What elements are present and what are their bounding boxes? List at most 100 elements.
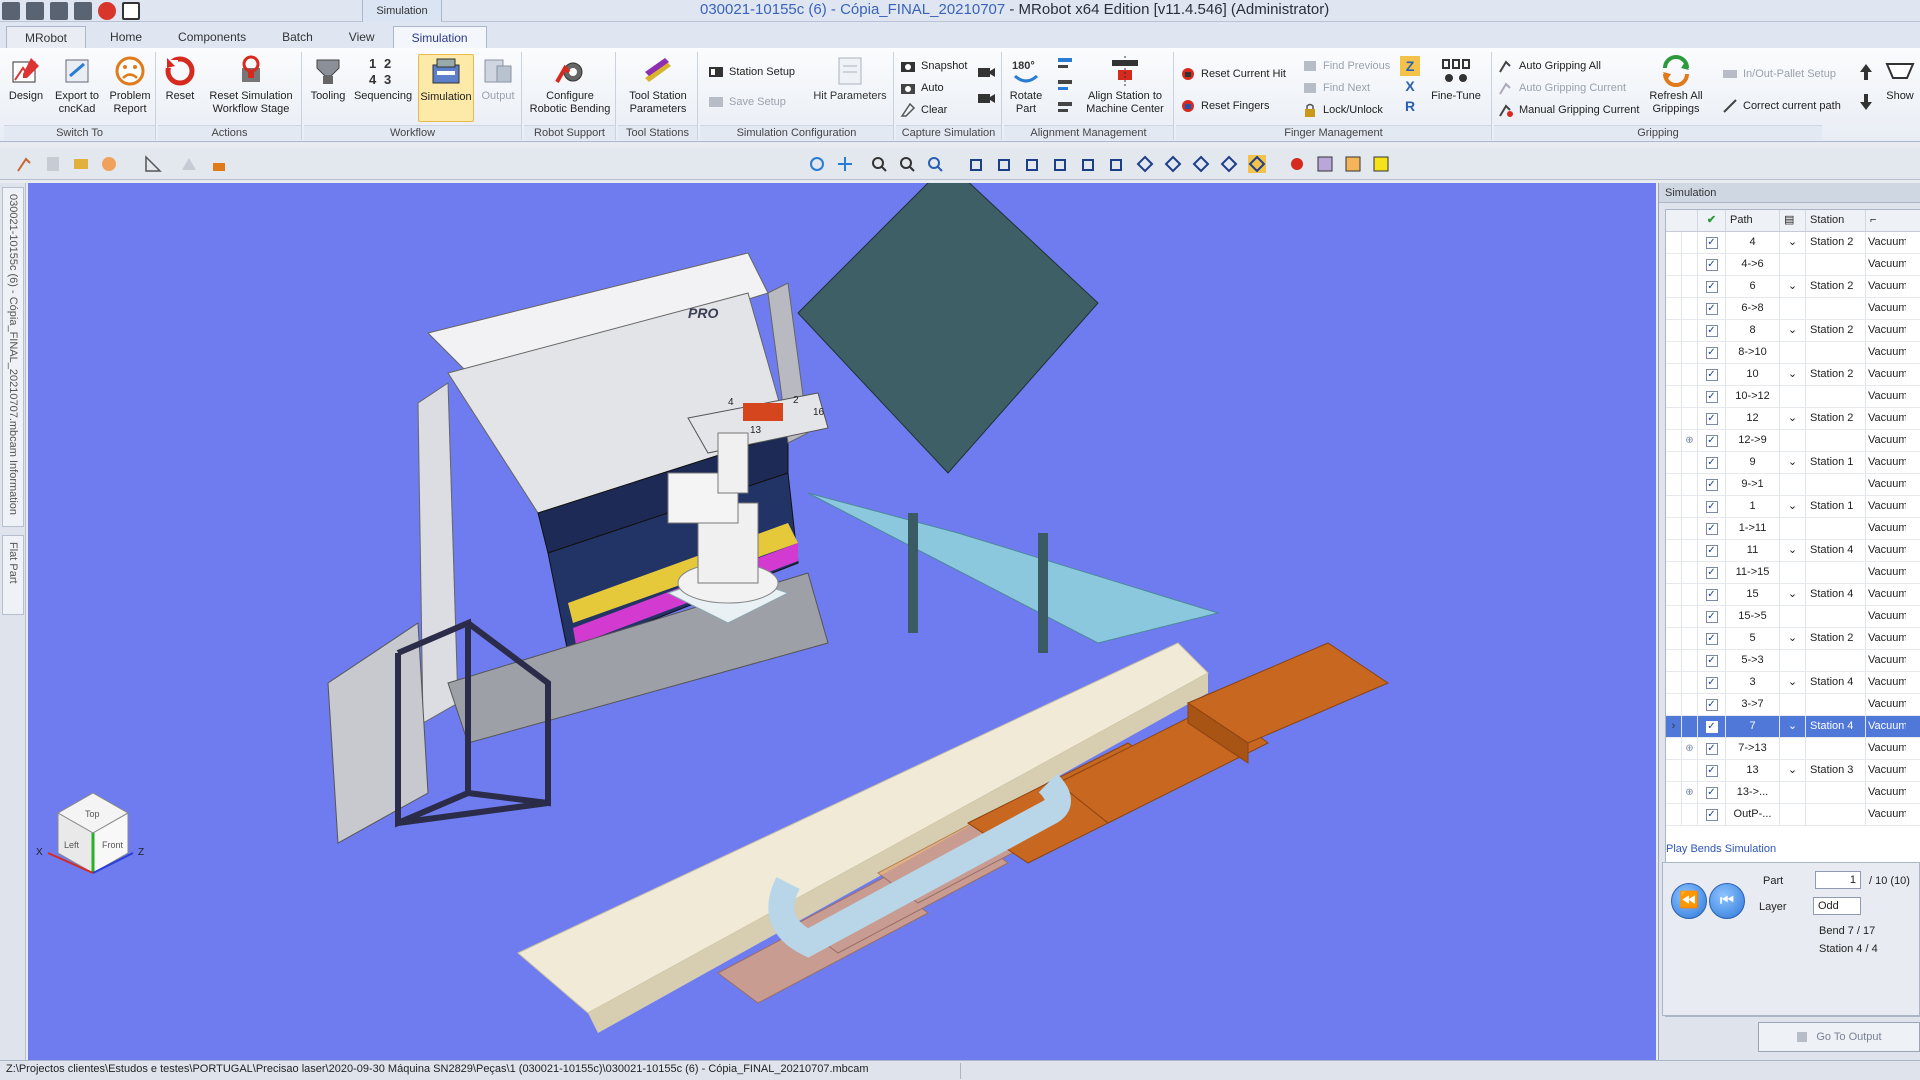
tab-flat-part[interactable]: Flat Part — [2, 535, 24, 615]
station-setup-button[interactable]: Station Setup — [708, 62, 795, 82]
tab-view[interactable]: View — [331, 26, 393, 48]
reset-workflow-stage-button[interactable]: Reset Simulation Workflow Stage — [204, 54, 298, 122]
row-checkbox[interactable]: ✓ — [1698, 782, 1726, 803]
row-checkbox[interactable]: ✓ — [1698, 254, 1726, 275]
align-station-button[interactable]: Align Station to Machine Center — [1080, 54, 1170, 122]
table-row[interactable]: ✓ 5->3 Vacuum — [1666, 650, 1920, 672]
row-checkbox[interactable]: ✓ — [1698, 342, 1726, 363]
row-checkbox[interactable]: ✓ — [1698, 232, 1726, 253]
table-row[interactable]: ✓ 8 ⌄ Station 2 Vacuum — [1666, 320, 1920, 342]
checkbox-icon[interactable]: ✓ — [1705, 302, 1718, 315]
document-icon[interactable] — [44, 155, 62, 173]
view-iso3-icon[interactable] — [1192, 155, 1210, 173]
reset-current-hit-button[interactable]: Reset Current Hit — [1180, 64, 1286, 84]
tools-icon[interactable] — [74, 2, 92, 20]
checkbox-icon[interactable]: ✓ — [1705, 720, 1718, 733]
refresh-all-grippings-button[interactable]: Refresh All Grippings — [1646, 54, 1706, 122]
view-back-icon[interactable] — [1024, 155, 1042, 173]
table-row[interactable]: ✓ 9 ⌄ Station 1 Vacuum — [1666, 452, 1920, 474]
row-station[interactable]: Station 1 — [1806, 496, 1866, 517]
checkmark-icon[interactable]: ✔ — [1698, 210, 1726, 231]
reset-fingers-button[interactable]: Reset Fingers — [1180, 96, 1269, 116]
row-checkbox[interactable]: ✓ — [1698, 430, 1726, 451]
find-previous-button[interactable]: Find Previous — [1302, 56, 1390, 76]
design-button[interactable]: Design — [6, 54, 46, 122]
tab-mrobot[interactable]: MRobot — [6, 26, 87, 48]
view-active-icon[interactable] — [1248, 155, 1266, 173]
checkbox-icon[interactable]: ✓ — [1705, 324, 1718, 337]
table-row[interactable]: ✓ OutP-... Vacuum — [1666, 804, 1920, 826]
checkbox-icon[interactable]: ✓ — [1705, 588, 1718, 601]
checkbox-icon[interactable]: ✓ — [1705, 676, 1718, 689]
row-checkbox[interactable]: ✓ — [1698, 474, 1726, 495]
row-checkbox[interactable]: ✓ — [1698, 496, 1726, 517]
palette-icon[interactable] — [72, 155, 90, 173]
tooling-button[interactable]: Tooling — [308, 54, 348, 122]
tab-simulation[interactable]: Simulation — [392, 26, 487, 48]
upload-path-icon[interactable] — [1856, 62, 1876, 82]
table-row[interactable]: ✓ 12 ⌄ Station 2 Vacuum — [1666, 408, 1920, 430]
chevron-down-icon[interactable]: ⌄ — [1780, 276, 1806, 297]
row-checkbox[interactable]: ✓ — [1698, 364, 1726, 385]
table-row[interactable]: ⊕ ✓ 13->... Vacuum — [1666, 782, 1920, 804]
simulation-button[interactable]: Simulation — [418, 54, 474, 122]
row-checkbox[interactable]: ✓ — [1698, 650, 1726, 671]
expand-icon[interactable]: ⊕ — [1682, 738, 1698, 759]
record-icon[interactable] — [98, 2, 116, 20]
checkbox-icon[interactable]: ✓ — [1705, 654, 1718, 667]
go-to-output-button[interactable]: Go To Output — [1758, 1022, 1920, 1052]
checkbox-icon[interactable]: ✓ — [1705, 280, 1718, 293]
table-row[interactable]: ✓ 15 ⌄ Station 4 Vacuum — [1666, 584, 1920, 606]
3d-viewport[interactable]: PRO 4 2 13 16 Top Left Front X Z — [28, 183, 1656, 1060]
yellow-swatch-icon[interactable] — [1372, 155, 1390, 173]
table-row[interactable]: ✓ 3->7 Vacuum — [1666, 694, 1920, 716]
row-station[interactable]: Station 2 — [1806, 628, 1866, 649]
chevron-down-icon[interactable]: ⌄ — [1780, 408, 1806, 429]
part-spinner[interactable]: 1 — [1815, 871, 1861, 889]
row-checkbox[interactable]: ✓ — [1698, 716, 1726, 737]
export-cnckad-button[interactable]: Export to cncKad — [50, 54, 104, 122]
checkbox-icon[interactable]: ✓ — [1705, 236, 1718, 249]
exit-icon[interactable] — [122, 2, 140, 20]
row-checkbox[interactable]: ✓ — [1698, 760, 1726, 781]
view-iso2-icon[interactable] — [1164, 155, 1182, 173]
checkbox-icon[interactable]: ✓ — [1705, 786, 1718, 799]
print-icon[interactable] — [50, 2, 68, 20]
table-row[interactable]: ✓ 8->10 Vacuum — [1666, 342, 1920, 364]
row-station[interactable]: Station 1 — [1806, 452, 1866, 473]
checkbox-icon[interactable]: ✓ — [1705, 368, 1718, 381]
configure-robotic-bending-button[interactable]: Configure Robotic Bending — [528, 54, 612, 122]
table-row[interactable]: ✓ 11->15 Vacuum — [1666, 562, 1920, 584]
triangle-icon[interactable] — [180, 155, 198, 173]
header-station[interactable]: Station — [1806, 210, 1866, 231]
row-station[interactable]: Station 4 — [1806, 716, 1866, 737]
manual-gripping-current-button[interactable]: Manual Gripping Current — [1498, 100, 1639, 120]
fine-tune-button[interactable]: Fine-Tune — [1426, 54, 1486, 122]
download-path-icon[interactable] — [1856, 92, 1876, 112]
table-row[interactable]: ⊕ ✓ 12->9 Vacuum — [1666, 430, 1920, 452]
previous-bend-icon[interactable]: ⏮ — [1709, 883, 1745, 919]
view-cube-left[interactable]: Left — [64, 840, 80, 850]
chevron-down-icon[interactable]: ⌄ — [1780, 496, 1806, 517]
row-checkbox[interactable]: ✓ — [1698, 672, 1726, 693]
table-row[interactable]: ✓ 10 ⌄ Station 2 Vacuum — [1666, 364, 1920, 386]
table-row[interactable]: ✓ 9->1 Vacuum — [1666, 474, 1920, 496]
checkbox-icon[interactable]: ✓ — [1705, 390, 1718, 403]
row-checkbox[interactable]: ✓ — [1698, 694, 1726, 715]
view-cube[interactable]: Top Left Front X Z — [36, 792, 144, 874]
table-row[interactable]: ✓ 1->11 Vacuum — [1666, 518, 1920, 540]
view-front-icon[interactable] — [996, 155, 1014, 173]
clear-capture-button[interactable]: Clear — [900, 100, 947, 120]
record-camera-icon[interactable] — [976, 88, 996, 108]
view-left-icon[interactable] — [1052, 155, 1070, 173]
row-checkbox[interactable]: ✓ — [1698, 452, 1726, 473]
row-checkbox[interactable]: ✓ — [1698, 804, 1726, 825]
zoom-window-icon[interactable] — [926, 155, 944, 173]
row-checkbox[interactable]: ✓ — [1698, 584, 1726, 605]
x-axis-icon[interactable]: X — [1400, 76, 1420, 96]
record-view-icon[interactable] — [1288, 155, 1306, 173]
orange-swatch-icon[interactable] — [1344, 155, 1362, 173]
zoom-fit-icon[interactable] — [870, 155, 888, 173]
chevron-down-icon[interactable]: ⌄ — [1780, 672, 1806, 693]
problem-report-button[interactable]: Problem Report — [108, 54, 152, 122]
